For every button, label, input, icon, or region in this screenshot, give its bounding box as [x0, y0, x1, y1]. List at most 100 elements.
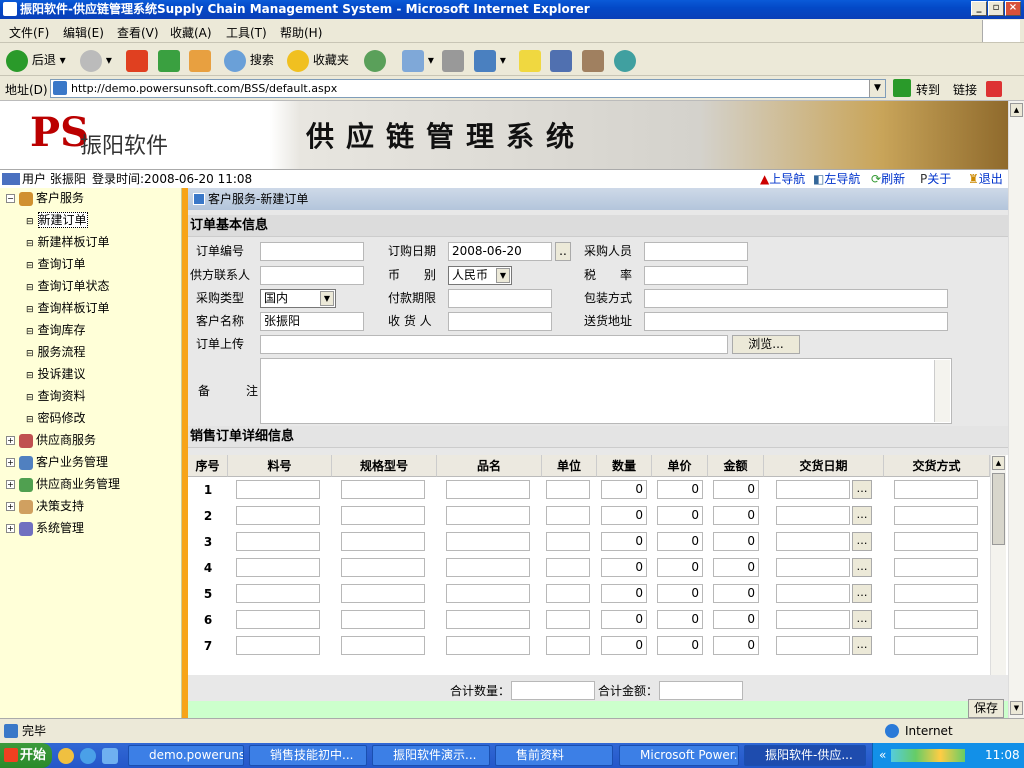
price-input[interactable]: 0: [657, 584, 703, 603]
edit-button[interactable]: ▾: [474, 48, 506, 72]
unit-input[interactable]: [546, 558, 590, 577]
item-no-input[interactable]: [236, 506, 320, 525]
order-date-picker-button[interactable]: ..: [555, 242, 571, 261]
refresh-button[interactable]: [158, 48, 180, 72]
quicklaunch-desktop-icon[interactable]: [102, 748, 118, 764]
payment-input[interactable]: [448, 289, 552, 308]
qty-input[interactable]: 0: [601, 480, 647, 499]
page-scrollbar[interactable]: ▲ ▼: [1008, 101, 1024, 718]
tree-group-customer-business[interactable]: + 客户业务管理: [6, 452, 108, 472]
packing-input[interactable]: [644, 289, 948, 308]
tree-group-supplier-business[interactable]: + 供应商业务管理: [6, 474, 120, 494]
spec-input[interactable]: [341, 532, 425, 551]
sidebar-item-new-sample-order[interactable]: ⊟ 新建样板订单: [26, 232, 110, 252]
messenger-button[interactable]: [550, 48, 572, 72]
spec-input[interactable]: [341, 636, 425, 655]
order-no-input[interactable]: [260, 242, 364, 261]
back-button[interactable]: 后退 ▾: [6, 48, 66, 72]
quicklaunch-icon[interactable]: [58, 748, 74, 764]
receiver-input[interactable]: [448, 312, 552, 331]
stop-button[interactable]: [126, 48, 148, 72]
start-button[interactable]: 开始: [0, 743, 52, 768]
scroll-up-icon[interactable]: ▲: [1010, 103, 1023, 117]
unit-input[interactable]: [546, 480, 590, 499]
name-input[interactable]: [446, 506, 530, 525]
refresh-link[interactable]: ⟳刷新: [871, 170, 905, 188]
date-picker-button[interactable]: …: [852, 506, 872, 525]
sidebar-item-query-docs[interactable]: ⊟ 查询资料: [26, 386, 86, 406]
delivery-method-input[interactable]: [894, 532, 978, 551]
tax-input[interactable]: [644, 266, 748, 285]
qty-input[interactable]: 0: [601, 506, 647, 525]
amount-input[interactable]: 0: [713, 558, 759, 577]
menu-favorites[interactable]: 收藏(A): [170, 24, 212, 41]
delivery-date-input[interactable]: [776, 610, 850, 629]
item-no-input[interactable]: [236, 584, 320, 603]
customer-input[interactable]: 张振阳: [260, 312, 364, 331]
delivery-date-input[interactable]: [776, 506, 850, 525]
menu-tools[interactable]: 工具(T): [226, 24, 267, 41]
amount-input[interactable]: 0: [713, 610, 759, 629]
task-presales[interactable]: 售前资料: [495, 745, 613, 766]
task-demo-software[interactable]: 振阳软件演示...: [372, 745, 490, 766]
item-no-input[interactable]: [236, 532, 320, 551]
delivery-method-input[interactable]: [894, 558, 978, 577]
menu-file[interactable]: 文件(F): [9, 24, 49, 41]
qty-input[interactable]: 0: [601, 636, 647, 655]
unit-input[interactable]: [546, 532, 590, 551]
amount-input[interactable]: 0: [713, 636, 759, 655]
favorites-button[interactable]: 收藏夹: [287, 48, 349, 72]
amount-input[interactable]: 0: [713, 532, 759, 551]
name-input[interactable]: [446, 636, 530, 655]
sidebar-item-new-order[interactable]: ⊟ 新建订单: [26, 210, 88, 230]
item-no-input[interactable]: [236, 480, 320, 499]
forward-button[interactable]: ▾: [80, 48, 112, 72]
qty-input[interactable]: 0: [601, 558, 647, 577]
item-no-input[interactable]: [236, 610, 320, 629]
unit-input[interactable]: [546, 506, 590, 525]
purchase-type-select[interactable]: 国内 ▼: [260, 289, 336, 308]
spec-input[interactable]: [341, 480, 425, 499]
scroll-down-icon[interactable]: ▼: [1010, 701, 1023, 715]
task-demo[interactable]: demo.poweruns...: [128, 745, 244, 766]
print-button[interactable]: [442, 48, 464, 72]
logout-link[interactable]: ♜退出: [968, 170, 1003, 188]
price-input[interactable]: 0: [657, 610, 703, 629]
browse-button[interactable]: 浏览...: [732, 335, 800, 354]
save-button[interactable]: 保存: [968, 699, 1004, 718]
sidebar-item-password[interactable]: ⊟ 密码修改: [26, 408, 86, 428]
remark-scrollbar[interactable]: [934, 360, 950, 422]
spec-input[interactable]: [341, 558, 425, 577]
delivery-date-input[interactable]: [776, 636, 850, 655]
menu-edit[interactable]: 编辑(E): [63, 24, 104, 41]
amount-input[interactable]: 0: [713, 480, 759, 499]
sidebar-item-service-flow[interactable]: ⊟ 服务流程: [26, 342, 86, 362]
task-scm-active[interactable]: 振阳软件-供应...: [744, 745, 866, 766]
discuss-button[interactable]: [519, 48, 541, 72]
amount-input[interactable]: 0: [713, 506, 759, 525]
sidebar-item-query-stock[interactable]: ⊟ 查询库存: [26, 320, 86, 340]
name-input[interactable]: [446, 610, 530, 629]
tree-group-decision[interactable]: + 决策支持: [6, 496, 84, 516]
price-input[interactable]: 0: [657, 480, 703, 499]
minimize-button[interactable]: _: [971, 1, 987, 16]
unit-input[interactable]: [546, 636, 590, 655]
item-no-input[interactable]: [236, 558, 320, 577]
delivery-date-input[interactable]: [776, 558, 850, 577]
date-picker-button[interactable]: …: [852, 636, 872, 655]
price-input[interactable]: 0: [657, 506, 703, 525]
delivery-method-input[interactable]: [894, 480, 978, 499]
task-powerpoint[interactable]: Microsoft Power...: [619, 745, 739, 766]
buyer-input[interactable]: [644, 242, 748, 261]
item-no-input[interactable]: [236, 636, 320, 655]
tree-group-supplier-service[interactable]: + 供应商服务: [6, 430, 96, 450]
scroll-thumb[interactable]: [992, 473, 1005, 545]
total-amount-input[interactable]: [659, 681, 743, 700]
amount-input[interactable]: 0: [713, 584, 759, 603]
history-button[interactable]: [364, 48, 386, 72]
close-button[interactable]: ×: [1005, 1, 1021, 16]
translate-icon[interactable]: [986, 81, 1002, 97]
sidebar-item-complaint[interactable]: ⊟ 投诉建议: [26, 364, 86, 384]
nav-up-link[interactable]: ▲上导航: [760, 170, 805, 188]
price-input[interactable]: 0: [657, 636, 703, 655]
